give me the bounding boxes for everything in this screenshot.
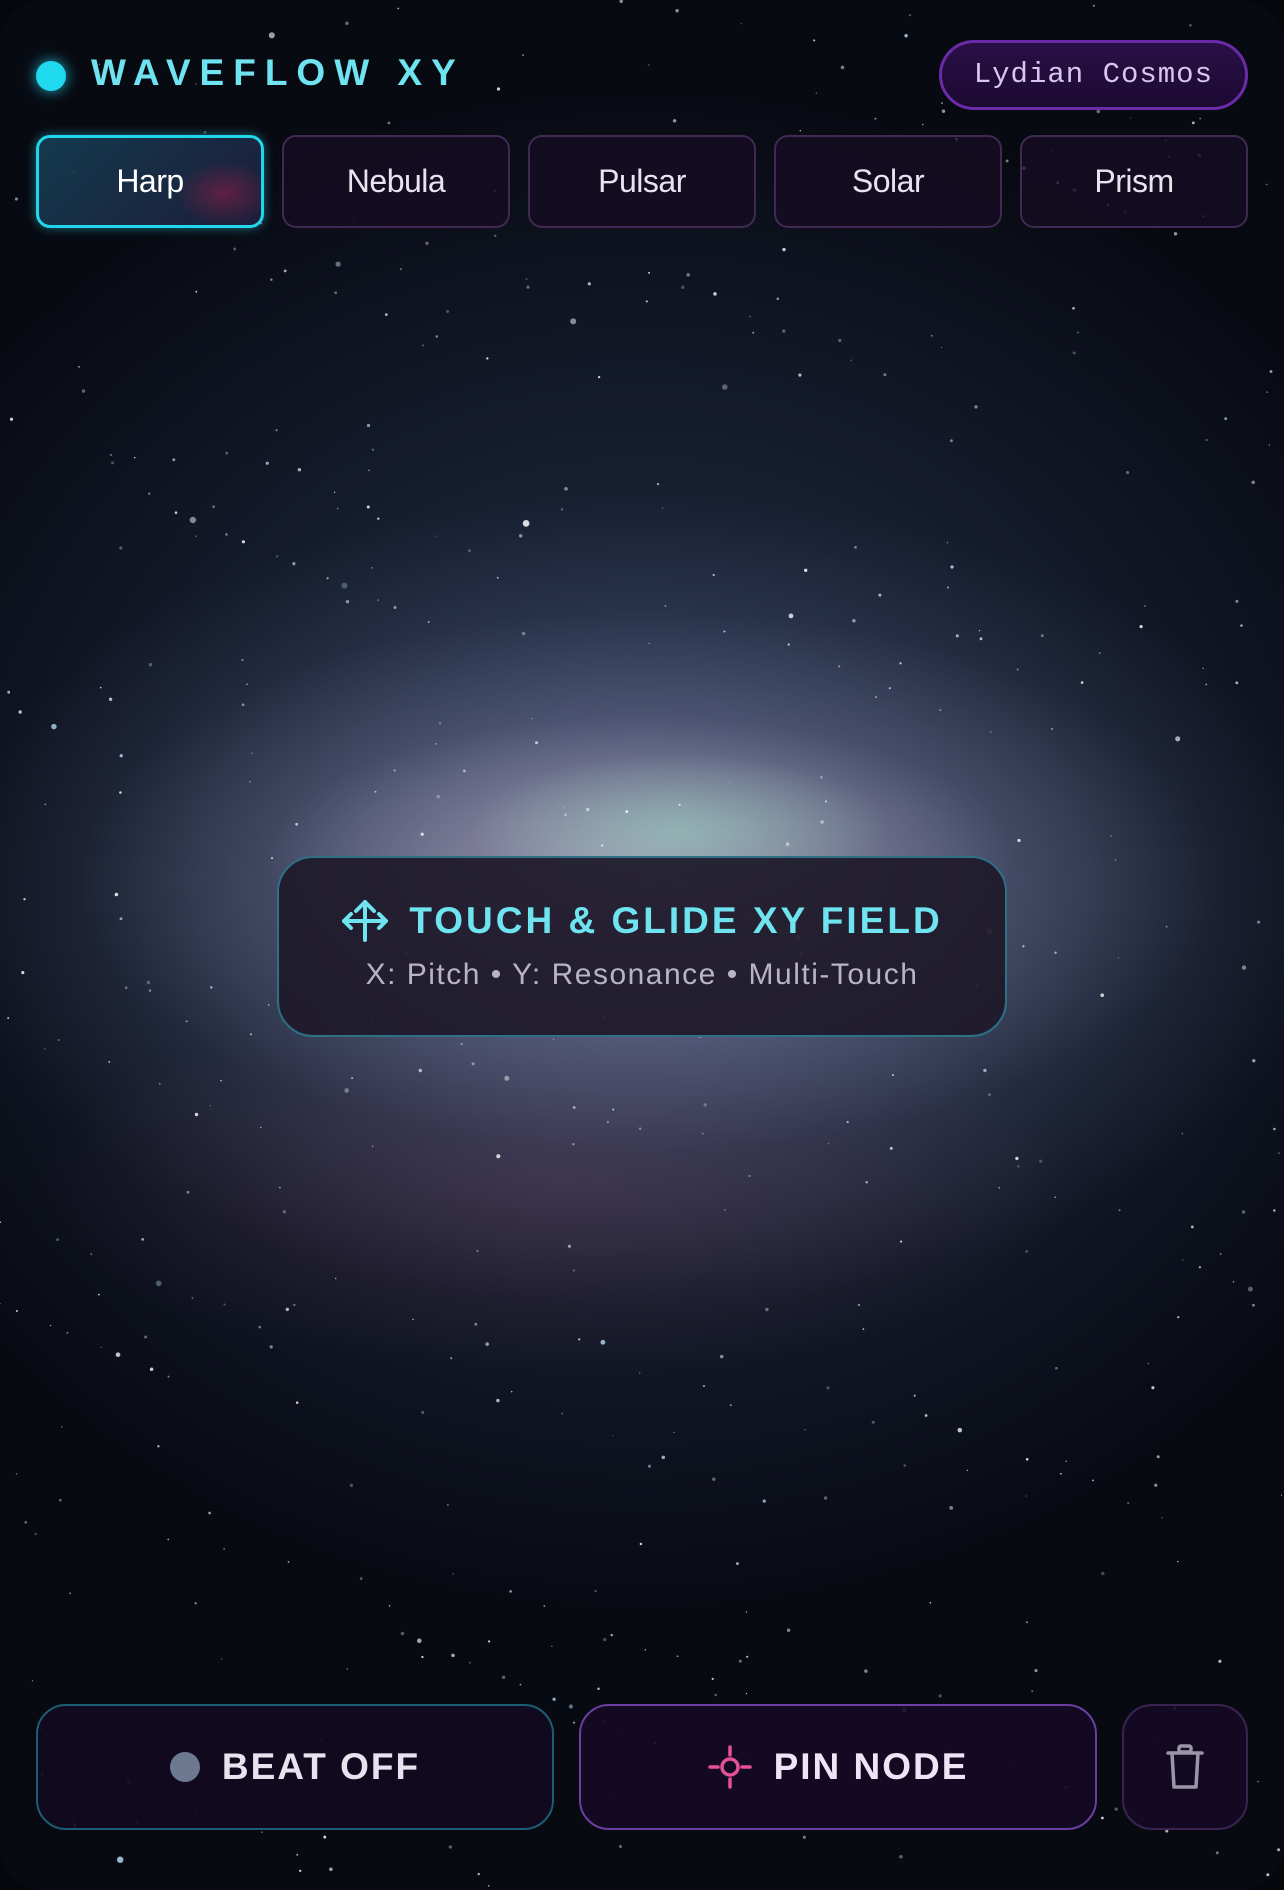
scale-selector[interactable]: Lydian Cosmos <box>938 40 1248 110</box>
move-arrows-icon <box>342 900 389 942</box>
beat-label: BEAT OFF <box>221 1746 421 1787</box>
xy-field-subtitle: X: Pitch • Y: Resonance • Multi-Touch <box>365 958 919 991</box>
app-title: WAVEFLOW XY <box>91 52 465 93</box>
pin-label: PIN NODE <box>773 1746 969 1787</box>
preset-tabs: Harp Nebula Pulsar Solar Prism <box>36 135 1248 228</box>
crosshair-icon <box>707 1745 752 1789</box>
xy-field-hint: TOUCH & GLIDE XY FIELD X: Pitch • Y: Res… <box>277 856 1007 1037</box>
header: WAVEFLOW XY Lydian Cosmos <box>36 40 1248 110</box>
beat-indicator <box>169 1752 200 1782</box>
trash-icon <box>1166 1744 1204 1789</box>
preset-nebula[interactable]: Nebula <box>282 135 510 228</box>
xy-field-title: TOUCH & GLIDE XY FIELD <box>409 900 943 941</box>
clear-button[interactable] <box>1122 1704 1248 1830</box>
preset-prism[interactable]: Prism <box>1020 135 1248 228</box>
pin-node-button[interactable]: PIN NODE <box>579 1704 1097 1830</box>
beat-toggle-button[interactable]: BEAT OFF <box>36 1704 554 1830</box>
preset-solar[interactable]: Solar <box>774 135 1002 228</box>
preset-harp[interactable]: Harp <box>36 135 264 228</box>
waveflow-app: WAVEFLOW XY Lydian Cosmos Harp Nebula Pu… <box>0 0 1284 1890</box>
preset-pulsar[interactable]: Pulsar <box>528 135 756 228</box>
status-indicator <box>36 61 66 91</box>
